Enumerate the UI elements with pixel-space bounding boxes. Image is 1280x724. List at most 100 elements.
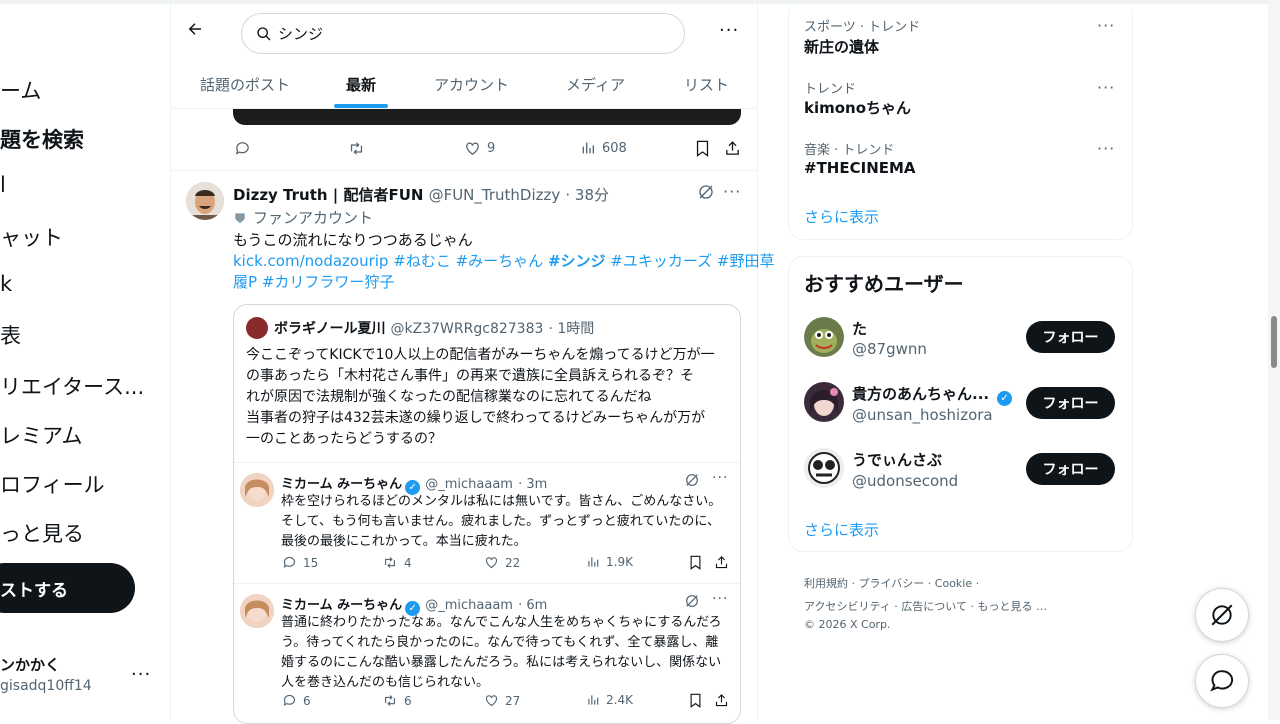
trend-more-icon[interactable]: ··· [1097, 16, 1115, 35]
reply-author[interactable]: ミカーム みーちゃん [281, 477, 402, 492]
trend-name[interactable]: 新庄の遺体 [804, 36, 879, 57]
post-link[interactable]: kick.com/nodazourip [233, 252, 388, 270]
tab-lists[interactable]: リスト [684, 74, 729, 95]
user-handle[interactable]: @87gwnn [852, 340, 927, 358]
bookmark-button[interactable] [689, 555, 702, 570]
reply-button[interactable] [234, 140, 251, 157]
reply-time[interactable]: · 3m [518, 477, 547, 492]
tab-accounts[interactable]: アカウント [434, 74, 509, 95]
reply-time[interactable]: · 6m [518, 598, 547, 613]
views-button[interactable]: 2.4K [586, 693, 633, 707]
quoted-post[interactable]: ボラギノール夏川 @kZ37WRRgc827383 · 1時間 今ここぞってKI… [233, 304, 741, 724]
trends-show-more[interactable]: さらに表示 [804, 206, 879, 227]
user-name[interactable]: 貴方のあんちゃん... ✓ [852, 383, 1013, 406]
footer-terms[interactable]: 利用規約 [804, 577, 848, 590]
user-avatar[interactable] [804, 448, 844, 488]
views-button[interactable]: 608 [580, 140, 627, 156]
repost-button[interactable]: 6 [382, 693, 412, 708]
reply-button[interactable]: 15 [282, 555, 318, 570]
repost-button[interactable] [347, 140, 366, 157]
nav-profile[interactable]: ロフィール [0, 469, 105, 499]
nav-premium[interactable]: レミアム [0, 420, 83, 450]
repost-button[interactable]: 4 [382, 555, 412, 570]
account-more-icon[interactable]: ··· [131, 664, 151, 685]
hashtag-line2[interactable]: 履P #カリフラワー狩子 [233, 272, 394, 293]
reply-handle[interactable]: @_michaaam [425, 477, 513, 492]
grok-fab[interactable] [1195, 588, 1249, 642]
footer-privacy[interactable]: プライバシー [859, 577, 925, 590]
avatar[interactable] [186, 182, 224, 220]
search-input[interactable]: シンジ [241, 13, 685, 54]
post-author[interactable]: Dizzy Truth | 配信者FUN [233, 186, 423, 204]
bookmark-icon [696, 140, 709, 157]
repost-icon [385, 557, 395, 568]
hashtag[interactable]: #ねむこ #みーちゃん [393, 252, 543, 270]
tab-media[interactable]: メディア [566, 74, 625, 95]
quote-header: ボラギノール夏川 @kZ37WRRgc827383 · 1時間 [274, 318, 594, 338]
follow-button[interactable]: フォロー [1026, 453, 1115, 485]
previous-post-media[interactable] [233, 109, 741, 125]
reply-avatar[interactable] [240, 594, 274, 628]
quote-text: 今ここぞってKICKで10人以上の配信者がみーちゃんを煽ってるけど万が一 の事あ… [246, 345, 736, 450]
user-avatar[interactable] [804, 317, 844, 357]
views-button[interactable]: 1.9K [586, 555, 633, 569]
views-icon [588, 695, 599, 705]
reply-author[interactable]: ミカーム みーちゃん [281, 598, 402, 613]
nav-more[interactable]: っと見る [0, 518, 84, 548]
who-to-follow-show-more[interactable]: さらに表示 [804, 519, 879, 540]
reply-avatar[interactable] [240, 473, 274, 507]
user-name[interactable]: うでぃんさぶ [852, 449, 942, 470]
tab-latest[interactable]: 最新 [346, 74, 376, 95]
bookmark-button[interactable] [695, 140, 710, 157]
trend-category: トレンド [804, 82, 857, 97]
nav-lists[interactable]: 表 [0, 320, 21, 350]
scrollbar-thumb[interactable] [1271, 316, 1277, 368]
messages-fab[interactable] [1195, 654, 1249, 708]
user-handle[interactable]: @unsan_hoshizora [852, 406, 993, 424]
grok-icon[interactable] [684, 472, 700, 492]
like-button[interactable]: 9 [464, 140, 495, 157]
bookmark-button[interactable] [689, 693, 702, 708]
follow-button[interactable]: フォロー [1026, 321, 1115, 353]
grok-icon[interactable] [684, 593, 700, 613]
post-time[interactable]: · 38分 [565, 186, 609, 204]
trend-more-icon[interactable]: ··· [1097, 139, 1115, 158]
reply-button[interactable]: 6 [282, 693, 311, 708]
tab-top[interactable]: 話題のポスト [200, 74, 290, 95]
nav-home[interactable]: ーム [0, 75, 41, 105]
trend-name[interactable]: kimonoちゃん [804, 97, 911, 118]
share-button[interactable] [714, 693, 729, 708]
nav-creator-studio[interactable]: リエイタース... [0, 371, 144, 401]
like-button[interactable]: 27 [484, 693, 520, 708]
footer-more[interactable]: もっと見る … [977, 600, 1047, 613]
trend-name[interactable]: #THECINEMA [804, 159, 916, 177]
follow-button[interactable]: フォロー [1026, 387, 1115, 419]
account-name[interactable]: ンかかく [0, 654, 60, 675]
nav-notifications[interactable]: l [0, 173, 6, 197]
nav-explore[interactable]: 題を検索 [0, 124, 84, 154]
user-name[interactable]: た [852, 318, 867, 339]
share-button[interactable] [724, 140, 741, 157]
footer-ads[interactable]: 広告について [901, 600, 967, 613]
post-button[interactable]: ストする [0, 563, 135, 613]
more-icon[interactable]: ··· [719, 20, 739, 41]
grok-icon[interactable] [697, 183, 715, 205]
share-button[interactable] [714, 555, 729, 570]
trend-more-icon[interactable]: ··· [1097, 78, 1115, 97]
reply-more-icon[interactable]: ··· [712, 470, 728, 486]
reply-handle[interactable]: @_michaaam [425, 598, 513, 613]
post-handle[interactable]: @FUN_TruthDizzy [429, 186, 561, 204]
footer-cookie[interactable]: Cookie [935, 577, 972, 590]
user-avatar[interactable] [804, 382, 844, 422]
post-more-icon[interactable]: ··· [723, 182, 741, 201]
reply-more-icon[interactable]: ··· [712, 591, 728, 607]
nav-grok[interactable]: k [0, 272, 12, 296]
user-handle[interactable]: @udonsecond [852, 472, 958, 490]
like-button[interactable]: 22 [484, 555, 520, 570]
hashtag-bold[interactable]: #シンジ [548, 252, 606, 270]
views-count: 1.9K [606, 555, 633, 569]
nav-chat[interactable]: ャット [0, 222, 63, 252]
footer-accessibility[interactable]: アクセシビリティ [804, 600, 891, 613]
back-arrow-icon[interactable] [186, 19, 204, 43]
hashtag[interactable]: #ユキッカーズ #野田草 [610, 252, 774, 270]
